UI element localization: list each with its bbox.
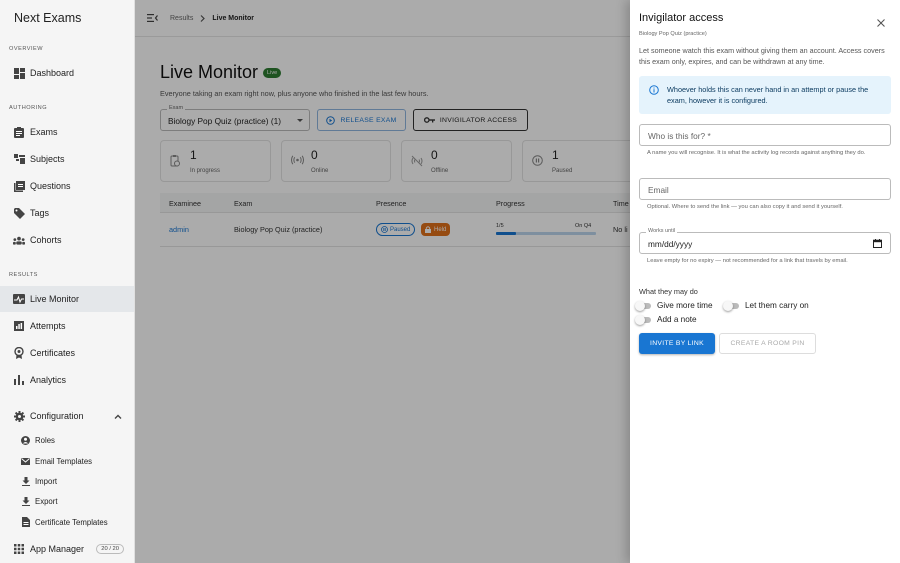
- sidebar-item-label: App Manager: [30, 544, 85, 554]
- section-results: RESULTS: [9, 272, 38, 278]
- certificate-template-icon: [21, 517, 30, 527]
- cohorts-icon: [13, 234, 25, 246]
- toggle-give-more-time[interactable]: Give more time: [635, 300, 713, 311]
- toggle-switch[interactable]: [723, 300, 739, 311]
- sidebar-item-cohorts[interactable]: Cohorts: [0, 227, 134, 253]
- section-overview: OVERVIEW: [9, 46, 44, 52]
- sidebar-item-app-manager[interactable]: App Manager 20 / 20: [0, 536, 134, 562]
- sidebar-item-subjects[interactable]: Subjects: [0, 146, 134, 172]
- sidebar-item-label: Analytics: [30, 375, 67, 385]
- email-help-text: Optional. Where to send the link — you c…: [647, 204, 843, 210]
- sidebar-item-attempts[interactable]: Attempts: [0, 313, 134, 339]
- toggle-label: Let them carry on: [745, 301, 809, 310]
- toggle-let-them-carry-on[interactable]: Let them carry on: [723, 300, 809, 311]
- invite-by-link-button[interactable]: INVITE BY LINK: [639, 333, 715, 354]
- sidebar-item-label: Questions: [30, 181, 71, 191]
- info-alert: Whoever holds this can never hand in an …: [639, 76, 891, 114]
- sidebar-item-label: Subjects: [30, 154, 65, 164]
- sidebar-item-label: Dashboard: [30, 68, 75, 78]
- sidebar-item-export[interactable]: Export: [0, 491, 134, 511]
- works-until-value: mm/dd/yyyy: [648, 239, 693, 249]
- chevron-up-icon[interactable]: [114, 414, 122, 419]
- info-alert-text: Whoever holds this can never hand in an …: [667, 85, 869, 105]
- works-until-field[interactable]: Works until mm/dd/yyyy: [639, 228, 891, 254]
- toggle-switch[interactable]: [635, 314, 651, 325]
- email-icon: [21, 457, 30, 466]
- grid-icon: [13, 543, 25, 555]
- import-icon: [21, 476, 30, 486]
- app-count-badge: 20 / 20: [96, 544, 124, 554]
- sidebar-item-certificate-templates[interactable]: Certificate Templates: [0, 512, 134, 532]
- info-icon: [649, 85, 659, 95]
- sidebar-item-label: Configuration: [30, 411, 84, 421]
- works-until-label: Works until: [646, 228, 678, 234]
- sidebar-item-label: Email Templates: [35, 456, 93, 466]
- toggle-add-a-note[interactable]: Add a note: [635, 314, 697, 325]
- drawer-subtitle: Biology Pop Quiz (practice): [639, 31, 707, 37]
- sidebar-item-label: Export: [35, 496, 58, 506]
- email-placeholder: Email: [648, 185, 669, 195]
- sidebar-item-analytics[interactable]: Analytics: [0, 367, 134, 393]
- sidebar-item-label: Import: [35, 476, 58, 486]
- close-icon[interactable]: [877, 19, 885, 27]
- subjects-icon: [13, 153, 25, 165]
- brand-title: Next Exams: [14, 11, 82, 25]
- sidebar-item-label: Roles: [35, 435, 55, 445]
- drawer-title: Invigilator access: [639, 12, 724, 24]
- sidebar: Next Exams OVERVIEW Dashboard AUTHORING …: [0, 0, 135, 563]
- sidebar-item-label: Tags: [30, 208, 50, 218]
- who-field[interactable]: Who is this for? *: [639, 124, 891, 146]
- attempts-icon: [13, 320, 25, 332]
- roles-icon: [21, 435, 30, 445]
- drawer-intro: Let someone watch this exam without givi…: [639, 46, 885, 66]
- sidebar-item-label: Certificates: [30, 348, 76, 358]
- gear-icon: [13, 410, 25, 422]
- live-monitor-icon: [13, 293, 25, 305]
- sidebar-item-exams[interactable]: Exams: [0, 119, 134, 145]
- sidebar-item-questions[interactable]: Questions: [0, 173, 134, 199]
- dashboard-icon: [13, 67, 25, 79]
- who-placeholder: Who is this for? *: [648, 131, 711, 141]
- email-field[interactable]: Email: [639, 178, 891, 200]
- sidebar-item-dashboard[interactable]: Dashboard: [0, 60, 134, 86]
- sidebar-item-configuration[interactable]: Configuration: [0, 403, 134, 429]
- toggle-label: Add a note: [657, 315, 697, 324]
- sidebar-item-label: Certificate Templates: [35, 517, 108, 527]
- sidebar-item-import[interactable]: Import: [0, 471, 134, 491]
- sidebar-item-label: Exams: [30, 127, 58, 137]
- exams-icon: [13, 126, 25, 138]
- invigilator-access-drawer: Invigilator access Biology Pop Quiz (pra…: [630, 0, 900, 563]
- sidebar-item-label: Attempts: [30, 321, 66, 331]
- permissions-title: What they may do: [639, 287, 698, 296]
- sidebar-item-label: Live Monitor: [30, 294, 80, 304]
- toggle-switch[interactable]: [635, 300, 651, 311]
- sidebar-item-email-templates[interactable]: Email Templates: [0, 451, 134, 471]
- create-room-pin-button[interactable]: CREATE A ROOM PIN: [719, 333, 816, 354]
- sidebar-item-certificates[interactable]: Certificates: [0, 340, 134, 366]
- sidebar-item-roles[interactable]: Roles: [0, 430, 134, 450]
- works-until-help-text: Leave empty for no expiry — not recommen…: [647, 258, 848, 264]
- questions-icon: [13, 180, 25, 192]
- calendar-icon[interactable]: [873, 239, 882, 248]
- toggle-label: Give more time: [657, 301, 713, 310]
- tag-icon: [13, 207, 25, 219]
- sidebar-item-tags[interactable]: Tags: [0, 200, 134, 226]
- analytics-icon: [13, 374, 25, 386]
- certificate-icon: [13, 347, 25, 359]
- sidebar-item-label: Cohorts: [30, 235, 62, 245]
- sidebar-item-live-monitor[interactable]: Live Monitor: [0, 286, 134, 312]
- section-authoring: AUTHORING: [9, 105, 48, 111]
- who-help-text: A name you will recognise. It is what th…: [647, 150, 866, 156]
- export-icon: [21, 496, 30, 506]
